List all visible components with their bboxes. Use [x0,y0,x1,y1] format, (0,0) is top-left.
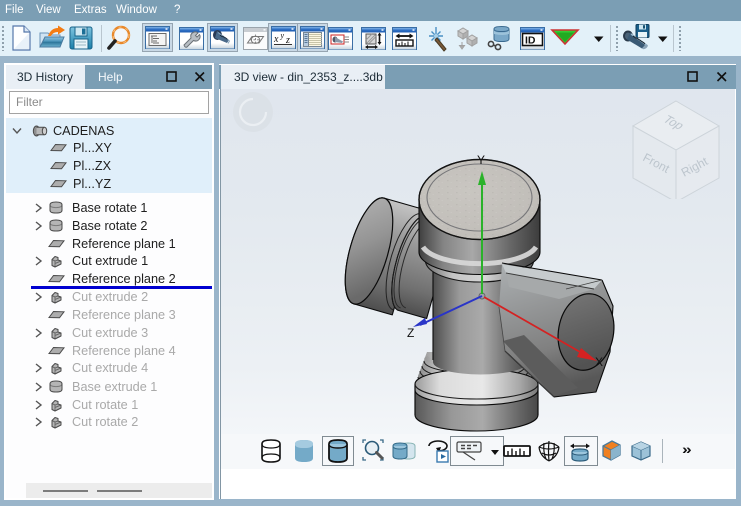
svg-text:X: X [595,355,603,369]
svg-text:x: x [273,34,279,45]
svg-text:Y: Y [477,153,485,167]
svg-text:ID: ID [525,35,536,47]
svg-text:y: y [279,31,284,40]
svg-text:Z: Z [407,326,414,340]
